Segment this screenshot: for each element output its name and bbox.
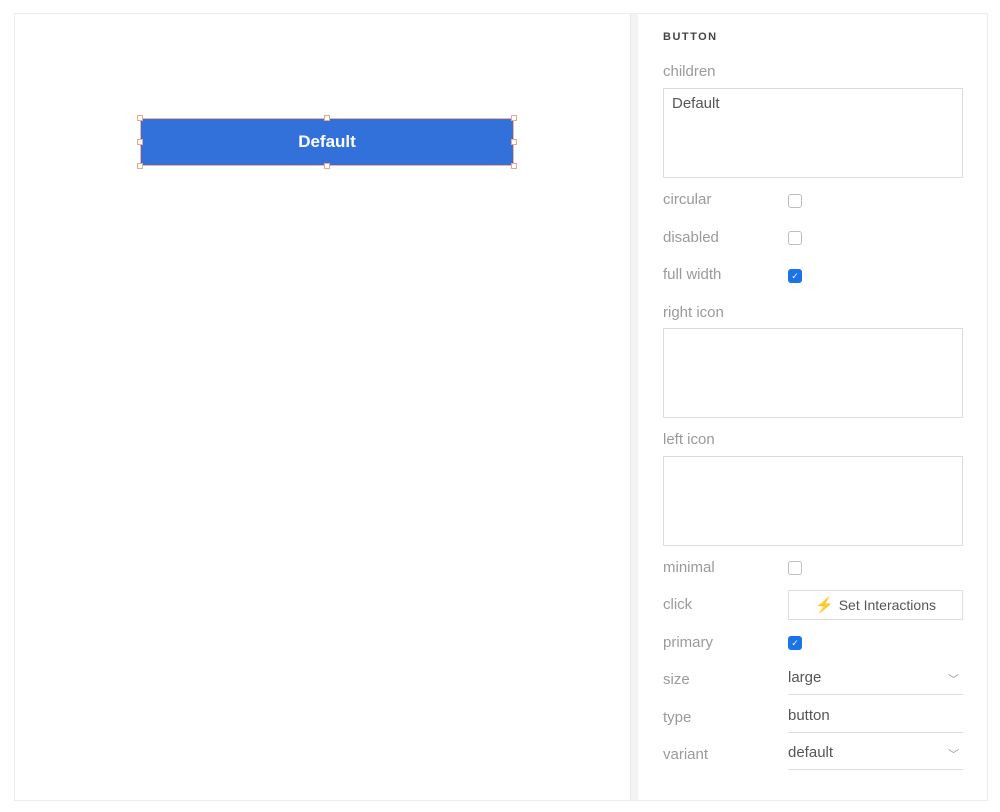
size-select[interactable]: large ﹀ (788, 669, 963, 695)
chevron-down-icon: ﹀ (948, 674, 959, 686)
lightning-bolt-icon: ⚡ (815, 597, 834, 614)
resize-handle-bottom[interactable] (324, 163, 330, 169)
chevron-down-icon: ﹀ (948, 749, 959, 761)
type-input[interactable]: button (788, 707, 963, 733)
primary-label: primary (663, 634, 714, 651)
left-icon-input[interactable] (663, 456, 963, 546)
disabled-checkbox[interactable] (788, 231, 802, 245)
disabled-label: disabled (663, 229, 719, 246)
check-icon: ✓ (791, 637, 799, 648)
click-label: click (663, 596, 693, 613)
panel-divider[interactable] (630, 14, 638, 800)
section-title: BUTTON (663, 31, 718, 43)
circular-checkbox[interactable] (788, 194, 802, 208)
minimal-label: minimal (663, 559, 715, 576)
selected-button-preview[interactable]: Default (137, 115, 517, 169)
set-interactions-button[interactable]: ⚡ Set Interactions (788, 590, 963, 620)
children-label: children (663, 63, 716, 80)
properties-panel: BUTTON children Default circular disable… (638, 14, 987, 800)
resize-handle-left[interactable] (137, 139, 143, 145)
preview-button-label[interactable]: Default (141, 119, 513, 165)
minimal-checkbox[interactable] (788, 561, 802, 575)
variant-select[interactable]: default ﹀ (788, 744, 963, 770)
size-value: large (788, 669, 822, 686)
variant-value: default (788, 744, 834, 761)
resize-handle-bottom-right[interactable] (511, 163, 517, 169)
right-icon-input[interactable] (663, 328, 963, 418)
resize-handle-top-right[interactable] (511, 115, 517, 121)
right-icon-label: right icon (663, 304, 724, 321)
children-input[interactable]: Default (663, 88, 963, 178)
resize-handle-top[interactable] (324, 115, 330, 121)
type-label: type (663, 709, 692, 726)
left-icon-label: left icon (663, 431, 715, 448)
resize-handle-right[interactable] (511, 139, 517, 145)
editor-frame: Default BUTTON children Default circular… (14, 13, 988, 801)
full-width-checkbox[interactable]: ✓ (788, 269, 802, 283)
variant-label: variant (663, 746, 709, 763)
check-icon: ✓ (791, 270, 799, 281)
full-width-label: full width (663, 266, 722, 283)
resize-handle-bottom-left[interactable] (137, 163, 143, 169)
primary-checkbox[interactable]: ✓ (788, 636, 802, 650)
size-label: size (663, 671, 690, 688)
design-canvas[interactable]: Default (15, 14, 630, 800)
resize-handle-top-left[interactable] (137, 115, 143, 121)
circular-label: circular (663, 191, 712, 208)
set-interactions-label: Set Interactions (838, 597, 936, 613)
